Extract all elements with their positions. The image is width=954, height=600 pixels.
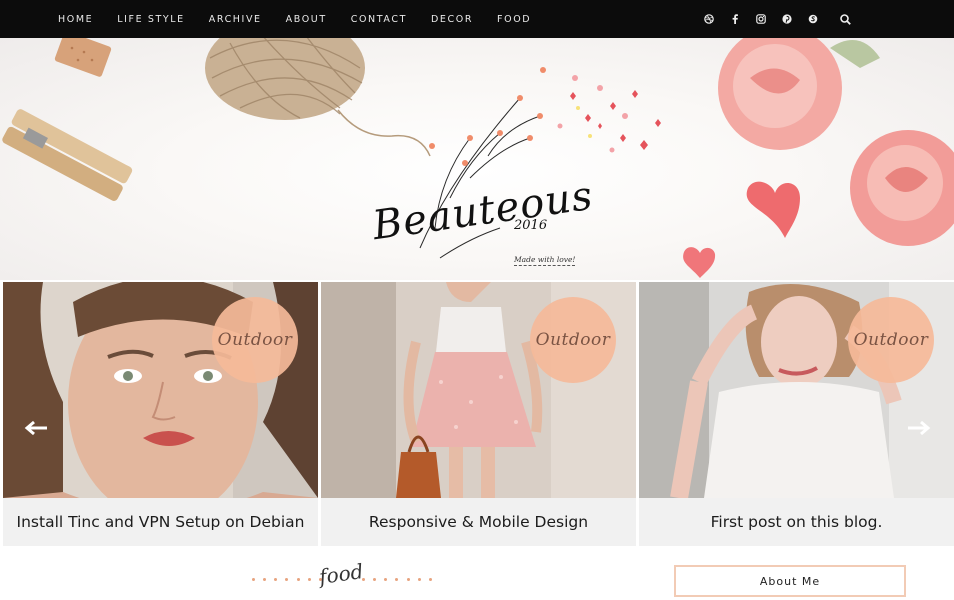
nav-decor[interactable]: DECOR: [431, 14, 473, 25]
top-navigation-bar: HOME LIFE STYLE ARCHIVE ABOUT CONTACT DE…: [0, 0, 954, 38]
category-badge[interactable]: Outdoor: [530, 297, 616, 383]
instagram-icon[interactable]: [748, 0, 774, 38]
pinterest-icon[interactable]: [774, 0, 800, 38]
about-me-heading: About Me: [674, 565, 906, 597]
slide-title[interactable]: Responsive & Mobile Design: [321, 498, 636, 546]
arrow-right-icon[interactable]: [906, 418, 932, 438]
slide-image[interactable]: Outdoor: [321, 282, 636, 498]
dribbble-icon[interactable]: [696, 0, 722, 38]
category-badge-label: Outdoor: [535, 330, 611, 350]
food-section-heading: food: [252, 559, 432, 596]
slide-card[interactable]: Outdoor Install Tinc and VPN Setup on De…: [3, 282, 318, 546]
nav-contact[interactable]: CONTACT: [351, 14, 407, 25]
facebook-icon[interactable]: [722, 0, 748, 38]
main-menu: HOME LIFE STYLE ARCHIVE ABOUT CONTACT DE…: [46, 0, 543, 38]
nav-about[interactable]: ABOUT: [286, 14, 327, 25]
category-badge[interactable]: Outdoor: [848, 297, 934, 383]
decorative-dots: [252, 578, 322, 582]
header-banner: Beauteous 2016 Made with love!: [0, 38, 954, 280]
nav-life-style[interactable]: LIFE STYLE: [117, 14, 185, 25]
slide-card[interactable]: Outdoor Responsive & Mobile Design: [321, 282, 636, 546]
nav-archive[interactable]: ARCHIVE: [209, 14, 262, 25]
category-badge-label: Outdoor: [853, 330, 929, 350]
banner-illustration: [2, 38, 954, 278]
social-links: [696, 0, 858, 38]
site-logo-year: 2016: [514, 218, 548, 233]
slide-image[interactable]: Outdoor: [3, 282, 318, 498]
slide-image[interactable]: Outdoor: [639, 282, 954, 498]
nav-home[interactable]: HOME: [58, 14, 93, 25]
slide-title[interactable]: Install Tinc and VPN Setup on Debian: [3, 498, 318, 546]
arrow-left-icon[interactable]: [23, 418, 49, 438]
skype-icon[interactable]: [800, 0, 826, 38]
slide-title[interactable]: First post on this blog.: [639, 498, 954, 546]
search-icon[interactable]: [832, 0, 858, 38]
food-heading-text: food: [317, 559, 365, 589]
decorative-dots: [362, 578, 432, 582]
category-badge[interactable]: Outdoor: [212, 297, 298, 383]
site-logo-tagline: Made with love!: [514, 255, 576, 266]
slide-card[interactable]: Outdoor First post on this blog.: [639, 282, 954, 546]
category-badge-label: Outdoor: [217, 330, 293, 350]
featured-slider: Outdoor Install Tinc and VPN Setup on De…: [0, 280, 954, 548]
nav-food[interactable]: FOOD: [497, 14, 531, 25]
